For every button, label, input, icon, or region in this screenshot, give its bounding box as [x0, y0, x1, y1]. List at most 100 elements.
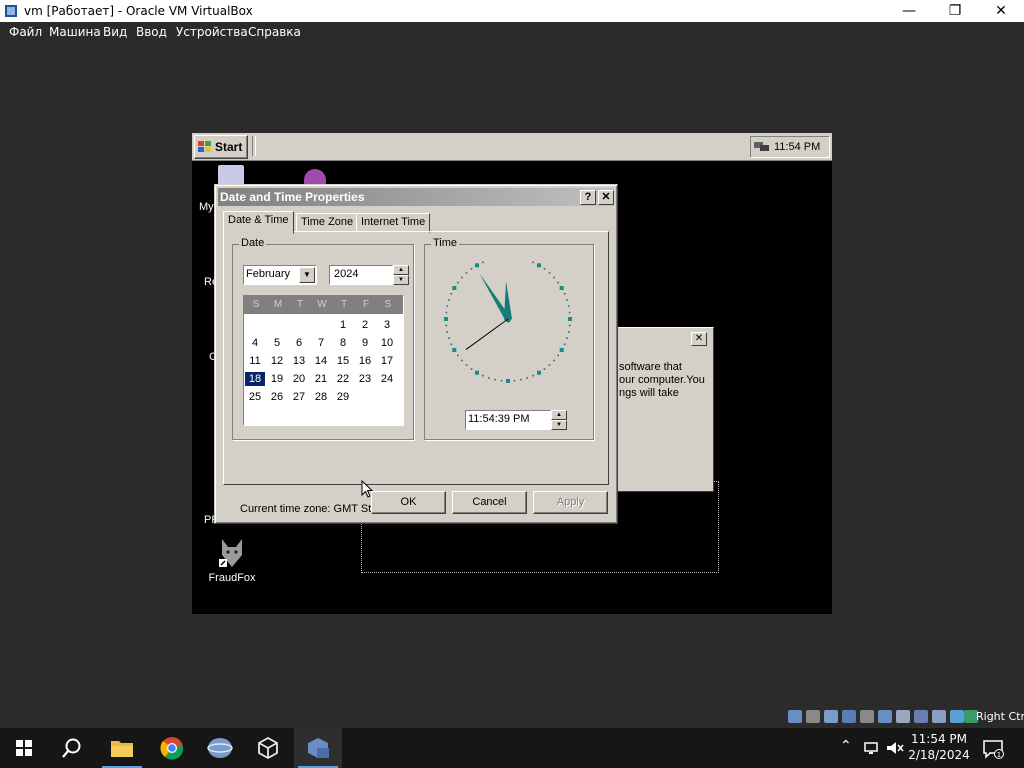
- calendar-day[interactable]: 27: [289, 390, 309, 404]
- shared-folders-icon[interactable]: [878, 710, 892, 723]
- dialog-close-button[interactable]: ✕: [598, 190, 614, 205]
- taskbar-app-file-explorer[interactable]: [98, 728, 146, 768]
- calendar-grid[interactable]: SMTWTFS 1 2 3 4 5 6 7 8 9 10 11 12 13 14 15 16 17 18 19 20 2…: [243, 295, 404, 426]
- tab-time-zone[interactable]: Time Zone: [296, 213, 359, 233]
- guest-clock[interactable]: 11:54 PM: [774, 141, 820, 153]
- taskbar-app-chrome[interactable]: [148, 728, 196, 768]
- volume-muted-icon[interactable]: [886, 740, 904, 756]
- optical-drive-icon[interactable]: [806, 710, 820, 723]
- tab-internet-time[interactable]: Internet Time: [356, 213, 431, 233]
- close-icon[interactable]: ✕: [691, 332, 707, 346]
- calendar-day[interactable]: 21: [311, 372, 331, 386]
- maximize-button[interactable]: ❐: [932, 0, 978, 22]
- mouse-cursor-icon: [361, 480, 373, 498]
- menu-machine[interactable]: Машина: [49, 25, 101, 39]
- calendar-day[interactable]: 22: [333, 372, 353, 386]
- taskbar-app-virtualbox[interactable]: [244, 728, 292, 768]
- background-dialog[interactable]: ✕ software that our computer.You ngs wil…: [616, 327, 714, 492]
- media-player-icon[interactable]: [304, 169, 326, 185]
- help-button[interactable]: ?: [580, 190, 596, 205]
- year-input[interactable]: 2024: [329, 265, 393, 285]
- calendar-day-selected[interactable]: 18: [245, 372, 265, 386]
- time-down-button[interactable]: ▼: [551, 420, 567, 430]
- calendar-day[interactable]: 7: [311, 336, 331, 350]
- calendar-day[interactable]: 3: [377, 318, 397, 332]
- calendar-day[interactable]: 23: [355, 372, 375, 386]
- calendar-day[interactable]: 9: [355, 336, 375, 350]
- calendar-day[interactable]: 12: [267, 354, 287, 368]
- calendar-day[interactable]: 19: [267, 372, 287, 386]
- minimize-button[interactable]: —: [886, 0, 932, 22]
- calendar-day[interactable]: 20: [289, 372, 309, 386]
- system-clock[interactable]: 11:54 PM 2/18/2024: [908, 731, 970, 763]
- calendar-day[interactable]: 6: [289, 336, 309, 350]
- network-icon[interactable]: [754, 141, 770, 152]
- calendar-day[interactable]: 8: [333, 336, 353, 350]
- fraudfox-shortcut[interactable]: FraudFox: [206, 537, 258, 584]
- usb-icon[interactable]: [860, 710, 874, 723]
- calendar-day[interactable]: 10: [377, 336, 397, 350]
- calendar-day[interactable]: 26: [267, 390, 287, 404]
- time-up-button[interactable]: ▲: [551, 410, 567, 420]
- calendar-day[interactable]: 24: [377, 372, 397, 386]
- search-button[interactable]: [48, 728, 96, 768]
- drag-drop-icon[interactable]: [932, 710, 946, 723]
- calendar-weekday: W: [317, 299, 327, 310]
- taskbar-app-network-tool[interactable]: [196, 728, 244, 768]
- clock-hour-mark: [568, 317, 572, 321]
- year-value: 2024: [334, 268, 359, 280]
- chevron-up-icon[interactable]: ⌃: [840, 738, 852, 754]
- video-capture-icon[interactable]: [914, 710, 928, 723]
- calendar-day[interactable]: 14: [311, 354, 331, 368]
- start-label: Start: [215, 140, 243, 154]
- notification-icon[interactable]: 1: [982, 739, 1004, 759]
- month-dropdown[interactable]: February ▼: [243, 265, 317, 285]
- year-down-button[interactable]: ▼: [393, 275, 409, 285]
- menu-view[interactable]: Вид: [103, 25, 127, 39]
- dialog-title: Date and Time Properties: [220, 190, 365, 204]
- calendar-day[interactable]: 5: [267, 336, 287, 350]
- calendar-day[interactable]: 15: [333, 354, 353, 368]
- time-input[interactable]: 11:54:39 PM: [465, 410, 551, 430]
- display-icon[interactable]: [896, 710, 910, 723]
- year-up-button[interactable]: ▲: [393, 265, 409, 275]
- calendar-day[interactable]: 13: [289, 354, 309, 368]
- menu-input[interactable]: Ввод: [136, 25, 167, 39]
- network-icon[interactable]: [842, 710, 856, 723]
- tab-date-time[interactable]: Date & Time: [223, 211, 294, 234]
- calendar-day[interactable]: 1: [333, 318, 353, 332]
- menu-file[interactable]: Файл: [9, 25, 42, 39]
- cpu-icon[interactable]: [950, 710, 964, 723]
- cancel-button[interactable]: Cancel: [452, 491, 527, 514]
- chevron-down-icon[interactable]: ▼: [299, 267, 315, 283]
- calendar-day[interactable]: 17: [377, 354, 397, 368]
- network-icon[interactable]: [864, 741, 880, 755]
- calendar-day[interactable]: 11: [245, 354, 265, 368]
- clock-hour-mark: [475, 370, 479, 375]
- analog-clock: [444, 261, 572, 383]
- calendar-day[interactable]: 25: [245, 390, 265, 404]
- calendar-day[interactable]: 28: [311, 390, 331, 404]
- calendar-day[interactable]: 4: [245, 336, 265, 350]
- taskbar-app-vm-xp[interactable]: [294, 728, 342, 768]
- clock-minute-mark: [481, 374, 484, 377]
- clock-minute-mark: [450, 292, 453, 295]
- globe-icon: [207, 738, 233, 758]
- windows-start-button[interactable]: [0, 728, 48, 768]
- close-button[interactable]: ✕: [978, 0, 1024, 22]
- guest-screen[interactable]: Start 11:54 PM My Re C PF FraudFox ✕ sof…: [192, 133, 832, 614]
- calendar-day[interactable]: 16: [355, 354, 375, 368]
- calendar-weekday: T: [340, 299, 348, 310]
- menu-devices[interactable]: Устройства: [176, 25, 248, 39]
- start-button[interactable]: Start: [194, 135, 248, 159]
- hard-disk-icon[interactable]: [788, 710, 802, 723]
- ok-button[interactable]: OK: [371, 491, 446, 514]
- menu-help[interactable]: Справка: [248, 25, 301, 39]
- calendar-day[interactable]: 29: [333, 390, 353, 404]
- dialog-titlebar[interactable]: Date and Time Properties ? ✕: [218, 188, 614, 206]
- apply-button[interactable]: Apply: [533, 491, 608, 514]
- vm-status-bar: Right Ctrl: [784, 708, 1024, 726]
- audio-icon[interactable]: [824, 710, 838, 723]
- calendar-day[interactable]: 2: [355, 318, 375, 332]
- my-computer-icon[interactable]: [218, 165, 244, 185]
